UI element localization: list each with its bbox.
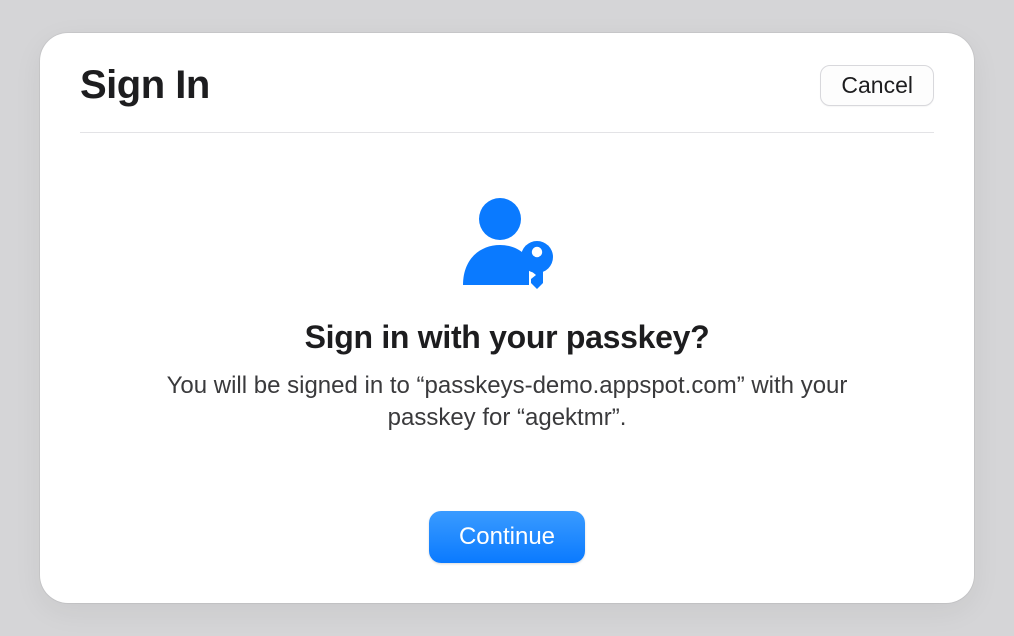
prompt-body: You will be signed in to “passkeys-demo.…	[137, 370, 877, 435]
sign-in-dialog: Sign In Cancel Sign in with your passkey…	[40, 33, 974, 603]
dialog-title: Sign In	[80, 63, 210, 108]
continue-button[interactable]: Continue	[429, 511, 585, 563]
prompt-title: Sign in with your passkey?	[305, 319, 710, 356]
dialog-header: Sign In Cancel	[40, 33, 974, 132]
cancel-button[interactable]: Cancel	[820, 65, 934, 106]
dialog-content: Sign in with your passkey? You will be s…	[40, 133, 974, 491]
passkey-user-key-icon	[452, 191, 562, 301]
dialog-footer: Continue	[40, 491, 974, 603]
